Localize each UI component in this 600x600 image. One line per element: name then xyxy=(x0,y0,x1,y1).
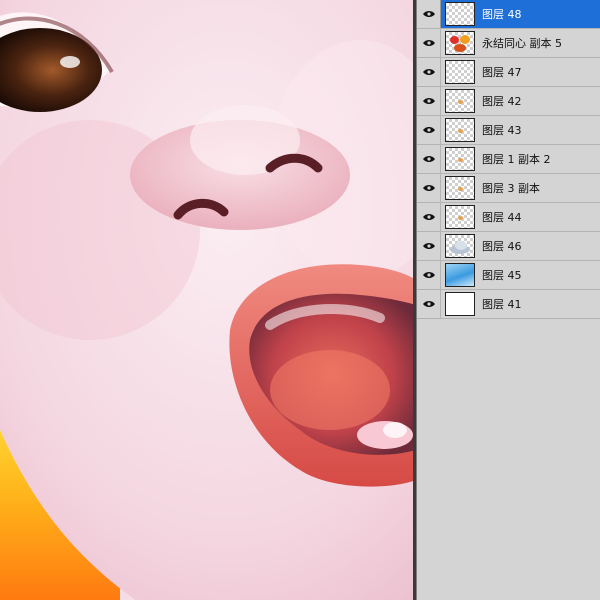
layer-row[interactable]: 图层 3 副本 xyxy=(417,174,600,203)
layer-thumbnail xyxy=(445,2,475,26)
baby-face-illustration xyxy=(0,0,416,600)
layer-list: 图层 48 永结同心 副本 5 图层 47 图层 42 图层 43 图层 1 副本 2 图层… xyxy=(417,0,600,319)
visibility-toggle[interactable] xyxy=(417,174,441,202)
layer-thumbnail xyxy=(445,263,475,287)
eye-icon xyxy=(422,11,435,17)
layer-row[interactable]: 图层 42 xyxy=(417,87,600,116)
visibility-toggle[interactable] xyxy=(417,116,441,144)
document-canvas[interactable] xyxy=(0,0,416,600)
layer-name: 图层 41 xyxy=(482,298,522,311)
visibility-toggle[interactable] xyxy=(417,290,441,318)
eye-icon xyxy=(422,127,435,133)
eye-icon xyxy=(422,243,435,249)
layer-thumbnail xyxy=(445,89,475,113)
layer-name: 图层 42 xyxy=(482,95,522,108)
visibility-toggle[interactable] xyxy=(417,261,441,289)
eye-icon xyxy=(422,214,435,220)
photo-editor-window: 图层 48 永结同心 副本 5 图层 47 图层 42 图层 43 图层 1 副本 2 图层… xyxy=(0,0,600,600)
layers-panel: 图层 48 永结同心 副本 5 图层 47 图层 42 图层 43 图层 1 副本 2 图层… xyxy=(416,0,600,600)
layer-name: 图层 1 副本 2 xyxy=(482,153,551,166)
visibility-toggle[interactable] xyxy=(417,145,441,173)
layer-thumbnail xyxy=(445,234,475,258)
eye-icon xyxy=(422,272,435,278)
layer-row[interactable]: 图层 47 xyxy=(417,58,600,87)
layer-name: 图层 47 xyxy=(482,66,522,79)
layer-name: 永结同心 副本 5 xyxy=(482,37,562,50)
visibility-toggle[interactable] xyxy=(417,87,441,115)
layer-thumbnail xyxy=(445,31,475,55)
layer-name: 图层 46 xyxy=(482,240,522,253)
layer-row[interactable]: 图层 1 副本 2 xyxy=(417,145,600,174)
visibility-toggle[interactable] xyxy=(417,0,441,28)
layer-thumbnail xyxy=(445,147,475,171)
layer-name: 图层 48 xyxy=(482,8,522,21)
layer-thumbnail xyxy=(445,205,475,229)
visibility-toggle[interactable] xyxy=(417,29,441,57)
layer-name: 图层 43 xyxy=(482,124,522,137)
layer-thumbnail xyxy=(445,60,475,84)
layer-row[interactable]: 图层 43 xyxy=(417,116,600,145)
layer-row[interactable]: 图层 48 xyxy=(417,0,600,29)
layer-thumbnail xyxy=(445,118,475,142)
visibility-toggle[interactable] xyxy=(417,203,441,231)
eye-icon xyxy=(422,40,435,46)
layer-row[interactable]: 图层 41 xyxy=(417,290,600,319)
layer-name: 图层 3 副本 xyxy=(482,182,540,195)
visibility-toggle[interactable] xyxy=(417,58,441,86)
eye-icon xyxy=(422,185,435,191)
layer-thumbnail xyxy=(445,176,475,200)
layer-name: 图层 44 xyxy=(482,211,522,224)
layer-row[interactable]: 永结同心 副本 5 xyxy=(417,29,600,58)
layer-name: 图层 45 xyxy=(482,269,522,282)
layer-row[interactable]: 图层 46 xyxy=(417,232,600,261)
layer-thumbnail xyxy=(445,292,475,316)
layer-row[interactable]: 图层 44 xyxy=(417,203,600,232)
eye-icon xyxy=(422,156,435,162)
eye-icon xyxy=(422,98,435,104)
layer-row[interactable]: 图层 45 xyxy=(417,261,600,290)
eye-icon xyxy=(422,69,435,75)
eye-icon xyxy=(422,301,435,307)
visibility-toggle[interactable] xyxy=(417,232,441,260)
